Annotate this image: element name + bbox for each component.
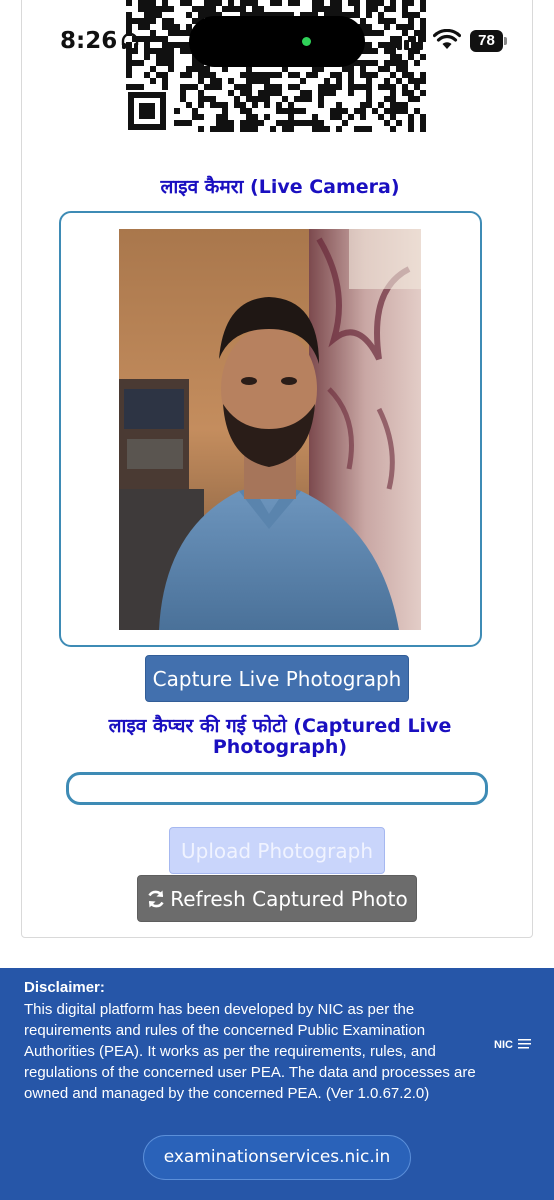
capture-live-photograph-button[interactable]: Capture Live Photograph (145, 655, 409, 702)
refresh-captured-photo-button[interactable]: Refresh Captured Photo (137, 875, 417, 922)
footer: Disclaimer: This digital platform has be… (0, 968, 554, 1200)
captured-photo-title: लाइव कैप्चर की गई फोटो (Captured Live Ph… (108, 715, 452, 758)
battery-level: 78 (470, 30, 503, 52)
dynamic-island (189, 16, 365, 67)
live-camera-feed (119, 229, 421, 630)
nic-logo: NIC (494, 1036, 532, 1056)
upload-photograph-button[interactable]: Upload Photograph (169, 827, 385, 874)
camera-indicator-dot (302, 37, 311, 46)
headphones-icon (120, 31, 140, 55)
svg-text:NIC: NIC (494, 1039, 513, 1051)
refresh-icon (146, 879, 166, 926)
status-time: 8:26 (60, 28, 118, 54)
battery-icon: 78 (470, 30, 508, 52)
disclaimer-text: This digital platform has been developed… (24, 1001, 476, 1102)
signal-icon (397, 31, 425, 55)
captured-photo-box (66, 772, 488, 805)
live-camera-title: लाइव कैमरा (Live Camera) (160, 176, 400, 198)
examination-services-link[interactable]: examinationservices.nic.in (143, 1135, 411, 1180)
refresh-button-label: Refresh Captured Photo (170, 887, 408, 911)
disclaimer-title: Disclaimer: (24, 979, 105, 996)
wifi-icon (432, 28, 462, 55)
